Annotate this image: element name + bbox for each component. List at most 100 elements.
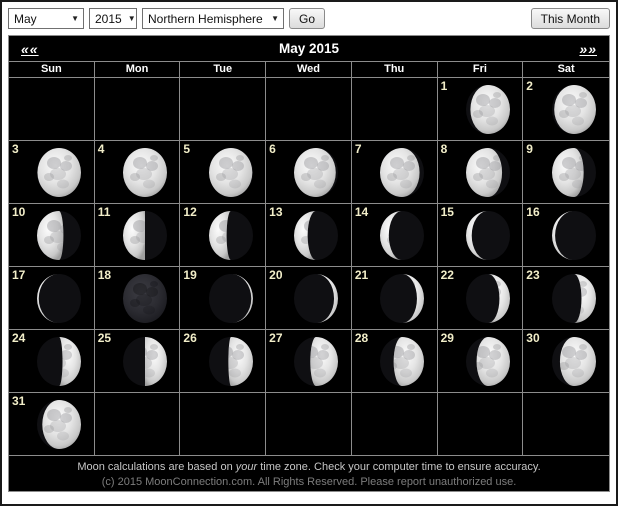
calendar-cell-day-19: 19 xyxy=(180,267,267,329)
calendar-cell-day-8: 8 xyxy=(438,141,524,203)
date-number: 24 xyxy=(12,331,26,345)
month-select[interactable]: May ▼ xyxy=(8,8,84,29)
moon-calendar-page: May ▼ 2015 ▼ Northern Hemisphere ▼ Go Th… xyxy=(0,0,618,506)
calendar-cell-day-31: 31 xyxy=(9,393,95,455)
moon-image xyxy=(552,148,597,197)
week-row: 31 xyxy=(9,392,609,455)
calendar-cell-day-24: 24 xyxy=(9,330,95,392)
month-select-value: May xyxy=(14,11,37,26)
calendar-cell-day-29: 29 xyxy=(438,330,524,392)
moon-image xyxy=(37,274,82,323)
date-number: 5 xyxy=(183,142,191,156)
calendar-cell-day-2: 2 xyxy=(523,78,609,140)
moon-image xyxy=(208,274,253,323)
moon-image xyxy=(380,274,425,323)
day-header-tue: Tue xyxy=(180,62,267,77)
date-number: 26 xyxy=(183,331,197,345)
moon-image xyxy=(465,274,510,323)
moon-image xyxy=(294,211,339,260)
calendar-cell-day-6: 6 xyxy=(266,141,352,203)
week-row: 24 25 26 27 28 29 30 xyxy=(9,329,609,392)
calendar-title: May 2015 xyxy=(278,41,340,56)
moon-image xyxy=(465,211,510,260)
moon-image xyxy=(208,337,253,386)
week-row: 10 11 12 13 14 15 16 xyxy=(9,203,609,266)
calendar-cell-day-12: 12 xyxy=(180,204,267,266)
moon-image xyxy=(37,211,82,260)
date-number: 6 xyxy=(269,142,276,156)
year-select[interactable]: 2015 ▼ xyxy=(89,8,137,29)
calendar-cell-empty xyxy=(180,78,267,140)
date-number: 4 xyxy=(97,142,105,156)
moon-image xyxy=(380,337,425,386)
hemisphere-select-value: Northern Hemisphere xyxy=(148,11,263,26)
calendar-cell-day-25: 25 xyxy=(95,330,181,392)
date-number: 13 xyxy=(269,205,283,219)
moon-image xyxy=(294,337,339,386)
day-header-sun: Sun xyxy=(9,62,95,77)
date-number: 10 xyxy=(12,205,26,219)
date-number: 31 xyxy=(12,394,26,408)
moon-image xyxy=(123,148,168,197)
date-number: 28 xyxy=(354,331,369,345)
moon-image xyxy=(552,85,597,134)
calendar-cell-empty xyxy=(266,393,352,455)
date-number: 27 xyxy=(269,331,283,345)
dropdown-arrow-icon: ▼ xyxy=(71,14,79,23)
date-number: 29 xyxy=(440,331,454,345)
date-number: 3 xyxy=(12,142,19,156)
date-number: 2 xyxy=(526,79,533,93)
calendar-cell-day-15: 15 xyxy=(438,204,524,266)
calendar-cell-day-27: 27 xyxy=(266,330,352,392)
date-number: 16 xyxy=(526,205,540,219)
date-number: 14 xyxy=(354,205,369,219)
calendar-cell-day-23: 23 xyxy=(523,267,609,329)
hemisphere-select[interactable]: Northern Hemisphere ▼ xyxy=(142,8,284,29)
calendar-grid: 1 2 3 4 5 6 7 8 9 10 11 12 13 14 15 16 17 18 19 20 21 22 23 24 2… xyxy=(9,77,609,455)
calendar-cell-day-13: 13 xyxy=(266,204,352,266)
dropdown-arrow-icon: ▼ xyxy=(271,14,279,23)
next-month-link[interactable]: »» xyxy=(579,41,597,57)
date-number: 9 xyxy=(526,142,533,156)
day-header-fri: Fri xyxy=(438,62,524,77)
date-number: 23 xyxy=(526,268,540,282)
date-number: 8 xyxy=(440,142,448,156)
calendar-cell-day-16: 16 xyxy=(523,204,609,266)
moon-image xyxy=(552,211,597,260)
moon-image xyxy=(552,274,597,323)
this-month-button[interactable]: This Month xyxy=(530,8,610,29)
calendar-cell-day-5: 5 xyxy=(180,141,267,203)
week-row: 17 18 19 20 21 22 23 xyxy=(9,266,609,329)
prev-month-link[interactable]: «« xyxy=(21,41,39,57)
calendar-cell-day-9: 9 xyxy=(523,141,609,203)
calendar-cell-empty xyxy=(95,78,181,140)
day-header-wed: Wed xyxy=(266,62,352,77)
calendar-cell-day-17: 17 xyxy=(9,267,95,329)
calendar-cell-empty xyxy=(352,393,438,455)
calendar-cell-day-14: 14 xyxy=(352,204,438,266)
calendar-footer: Moon calculations are based on your time… xyxy=(9,455,609,491)
moon-image xyxy=(465,148,510,197)
moon-image xyxy=(465,85,510,134)
date-number: 12 xyxy=(183,205,197,219)
moon-image xyxy=(123,274,168,323)
calendar-cell-day-26: 26 xyxy=(180,330,267,392)
go-button[interactable]: Go xyxy=(289,8,326,29)
moon-image xyxy=(465,337,510,386)
year-select-value: 2015 xyxy=(95,11,122,26)
moon-image xyxy=(380,148,425,197)
calendar-cell-empty xyxy=(266,78,352,140)
moon-image xyxy=(37,337,82,386)
day-header-sat: Sat xyxy=(557,63,575,75)
moon-image xyxy=(552,337,597,386)
moon-image xyxy=(123,337,168,386)
dropdown-arrow-icon: ▼ xyxy=(127,14,136,23)
calendar-cell-empty xyxy=(352,78,438,140)
moon-image xyxy=(208,211,253,260)
calendar-cell-day-20: 20 xyxy=(266,267,352,329)
date-number: 25 xyxy=(97,331,112,345)
moon-image xyxy=(380,211,425,260)
toolbar: May ▼ 2015 ▼ Northern Hemisphere ▼ Go Th… xyxy=(8,8,610,29)
footer-note: Moon calculations are based on your time… xyxy=(77,461,541,473)
calendar-cell-day-10: 10 xyxy=(9,204,95,266)
